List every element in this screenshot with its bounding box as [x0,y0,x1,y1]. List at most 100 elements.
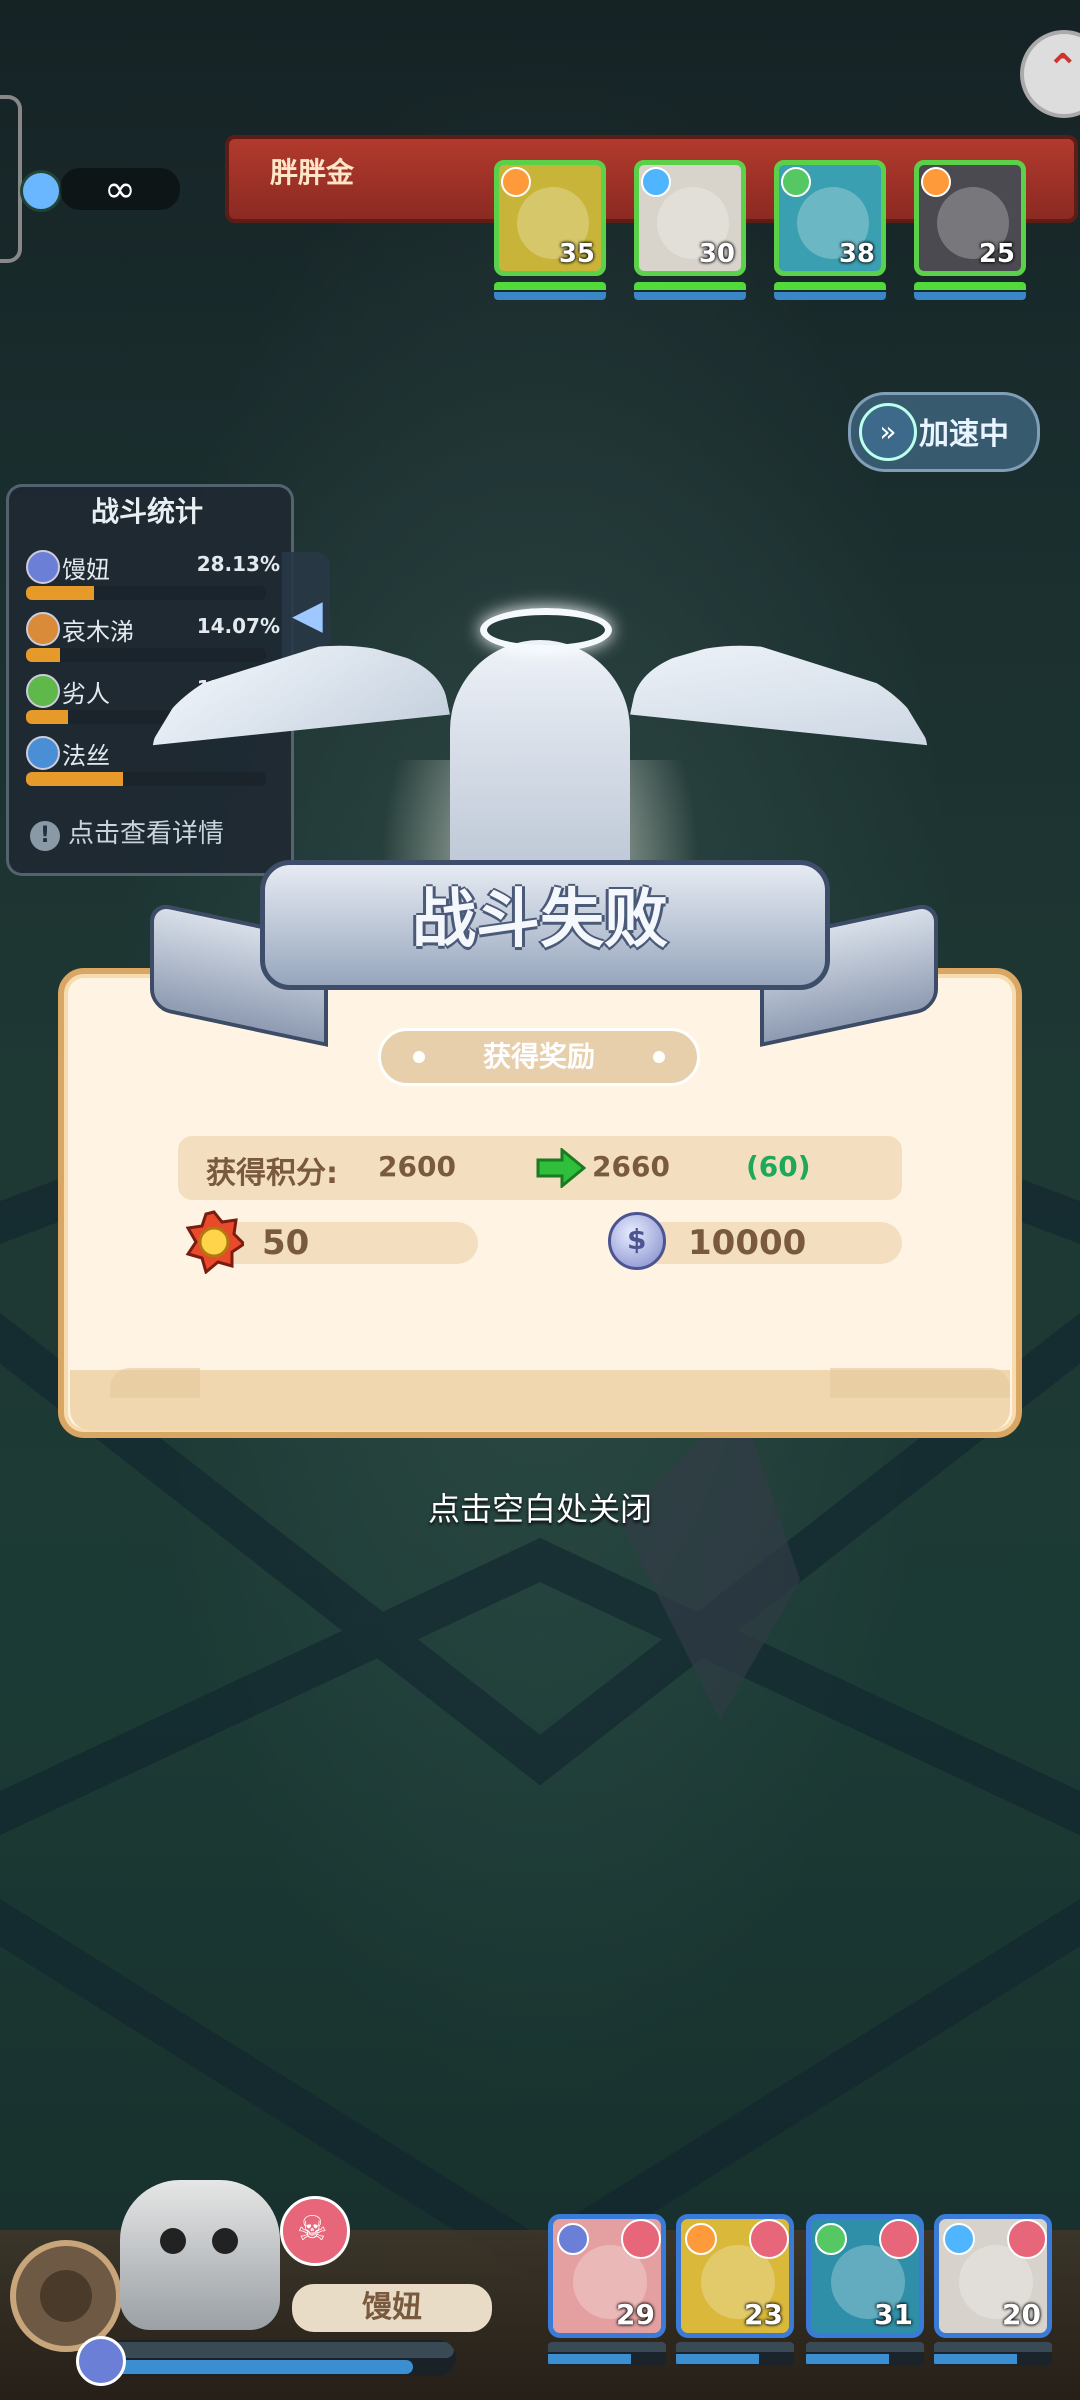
enemy-unit-card[interactable]: 30 [634,160,746,276]
hp-fill [914,282,1026,290]
ally-unit-card[interactable]: 31 [806,2214,924,2338]
unit-level: 29 [616,2298,655,2331]
reward-tag: 获得奖励 [378,1028,700,1086]
enemy-hp-bar [774,282,886,300]
halo [480,608,612,652]
reward-tag-label: 获得奖励 [482,1040,595,1073]
hero-hp-track [82,2342,454,2358]
view-details-button[interactable]: ! 点击查看详情 [30,812,270,856]
ally-unit-card[interactable]: 29 [548,2214,666,2338]
stat-bar [26,772,266,786]
skull-icon [1007,2219,1047,2259]
element-icon [26,674,60,708]
exit-icon: ⌃ [1046,46,1080,92]
stat-bar-fill [26,648,60,662]
coin-value: 10000 [688,1223,807,1263]
panel-silhouette-decoration [110,1368,1010,1398]
close-hint[interactable]: 点击空白处关闭 [340,1484,740,1532]
stat-bar [26,648,266,662]
ally-hp-bar [676,2342,794,2366]
element-icon [781,167,811,197]
energy-fill [914,292,1026,300]
energy-fill [494,292,606,300]
stat-name: 法丝 [62,742,110,770]
stat-row: 馒妞 28.13% [20,546,280,606]
skull-icon: ☠ [280,2196,350,2266]
score-new: 2660 [592,1150,670,1183]
unit-level: 23 [744,2298,783,2331]
ally-hp-fill [676,2354,759,2364]
angel-statue [450,640,630,890]
enemy-unit-card[interactable]: 35 [494,160,606,276]
hp-fill [634,282,746,290]
unit-level: 38 [838,239,875,269]
enemy-hp-bar [914,282,1026,300]
stat-percent: 28.13% [196,552,280,576]
result-title: 战斗失败 [412,883,668,957]
battle-stats-title: 战斗统计 [90,495,203,528]
avatar-inner [40,2270,92,2322]
stat-bar-fill [26,586,94,600]
stat-percent: 14.07% [196,614,280,638]
hp-fill [494,282,606,290]
skull-icon [749,2219,789,2259]
ally-unit-card[interactable]: 23 [676,2214,794,2338]
speed-button[interactable]: » 加速中 [848,392,1040,472]
element-icon [685,2223,717,2255]
unit-level: 25 [978,239,1015,269]
element-icon [26,612,60,646]
ally-hp-bar [806,2342,924,2366]
enemy-name: 胖胖金 [270,156,355,189]
medal-value: 50 [262,1223,310,1263]
ally-hp-bar [934,2342,1052,2366]
element-icon [26,736,60,770]
unit-level: 31 [874,2298,913,2331]
ally-hp-fill [934,2354,1017,2364]
energy-fill [774,292,886,300]
chevron-left-icon: ◀ [292,592,323,638]
ally-hp-track [676,2342,794,2352]
clock-icon [20,170,62,212]
score-diff: (60) [746,1150,811,1183]
ally-unit-card[interactable]: 20 [934,2214,1052,2338]
turn-counter: ∞ [60,168,180,210]
element-icon [26,550,60,584]
stat-row: 法丝 [20,732,280,792]
energy-fill [634,292,746,300]
coin-symbol-icon: $ [627,1223,647,1256]
enemy-unit-card[interactable]: 38 [774,160,886,276]
element-icon [501,167,531,197]
element-icon [557,2223,589,2255]
stat-name: 哀木涕 [62,618,134,646]
ally-hp-track [548,2342,666,2352]
hp-fill [774,282,886,290]
element-icon [76,2336,126,2386]
hero-name: 馒妞 [292,2284,492,2332]
hero-eye-left [160,2228,186,2254]
stat-bar [26,586,266,600]
element-icon [641,167,671,197]
unit-level: 35 [558,239,595,269]
element-icon [943,2223,975,2255]
hero-portrait [120,2180,280,2330]
ally-hp-fill [806,2354,889,2364]
medal-icon [185,1210,244,1274]
enemy-unit-card[interactable]: 25 [914,160,1026,276]
info-icon: ! [30,821,60,851]
tag-dot-right [653,1051,665,1063]
hero-hp-fill [82,2360,413,2374]
element-icon [921,167,951,197]
stat-bar-fill [26,772,123,786]
enemy-hp-bar [634,282,746,300]
stat-name: 馒妞 [62,556,110,584]
skull-icon [879,2219,919,2259]
enemy-hp-bar [494,282,606,300]
coin-icon: $ [608,1212,666,1270]
player-avatar[interactable] [10,2240,122,2352]
stat-bar-fill [26,710,68,724]
stat-row: 哀木涕 14.07% [20,608,280,668]
hero-hp-bar [80,2340,456,2376]
ally-hp-track [934,2342,1052,2352]
fast-forward-icon: » [859,403,917,461]
skull-icon [621,2219,661,2259]
